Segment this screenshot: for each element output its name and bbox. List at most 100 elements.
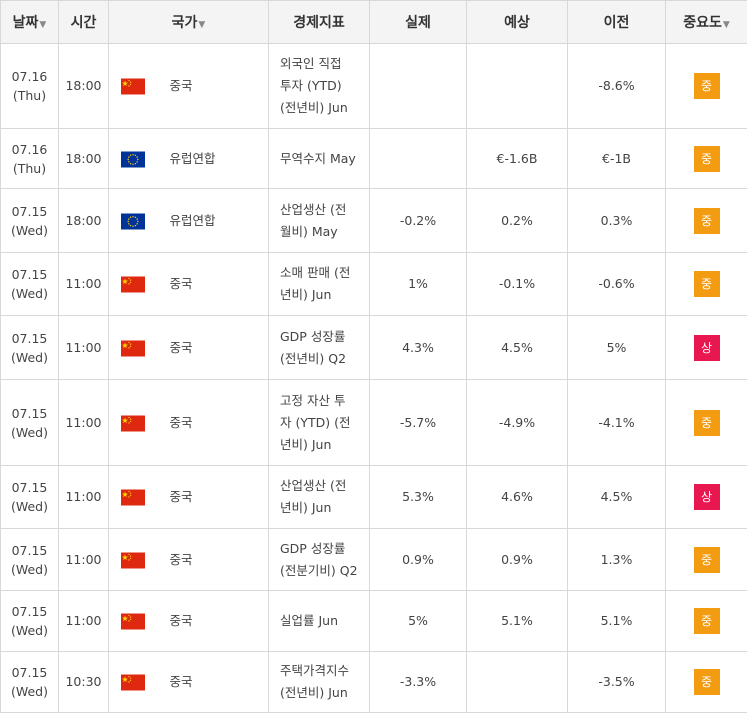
country-cell: 중국 — [157, 465, 269, 529]
date-cell: 07.15 (Wed) — [0, 252, 59, 316]
date-cell: 07.16 (Thu) — [0, 128, 59, 189]
flag-cell — [108, 465, 158, 529]
table-row[interactable]: 07.15 (Wed) 11:00 중국 고정 자산 투자 (YTD) (전 년비) Ju… — [0, 379, 747, 466]
header-previous: 이전 — [567, 0, 666, 44]
cn-flag-icon — [121, 276, 146, 293]
indicator-line: 년비) Jun — [280, 287, 332, 302]
day-value: (Wed) — [10, 424, 48, 440]
date-cell: 07.15 (Wed) — [0, 379, 59, 466]
country-cell: 중국 — [157, 252, 269, 316]
indicator-cell[interactable]: 산업생산 (전 월비) May — [268, 188, 370, 253]
country-cell: 중국 — [157, 315, 269, 380]
indicator-line: 년비) Jun — [280, 500, 332, 515]
header-country[interactable]: 국가▼ — [108, 0, 269, 44]
country-cell: 중국 — [157, 379, 269, 466]
time-cell: 18:00 — [58, 43, 109, 129]
importance-cell: 중 — [665, 590, 747, 652]
flag-cell — [108, 315, 158, 380]
time-cell: 11:00 — [58, 252, 109, 316]
table-row[interactable]: 07.15 (Wed) 18:00 유럽연합 산업생산 (전 월비) May -0.2% 0.… — [0, 188, 747, 253]
date-cell: 07.15 (Wed) — [0, 590, 59, 652]
indicator-line: 년비) Jun — [280, 436, 332, 452]
importance-cell: 중 — [665, 43, 747, 129]
indicator-cell[interactable]: 소매 판매 (전 년비) Jun — [268, 252, 370, 316]
importance-cell: 중 — [665, 651, 747, 713]
indicator-cell[interactable]: 실업률 Jun — [268, 590, 370, 652]
day-value: (Wed) — [10, 286, 48, 301]
indicator-cell[interactable]: GDP 성장률 (전년비) Q2 — [268, 315, 370, 380]
time-cell: 18:00 — [58, 188, 109, 253]
indicator-cell[interactable]: 고정 자산 투자 (YTD) (전 년비) Jun — [268, 379, 370, 466]
table-row[interactable]: 07.15 (Wed) 11:00 중국 산업생산 (전 년비) Jun 5.3% 4.6% 4… — [0, 465, 747, 529]
cn-flag-icon — [121, 489, 146, 506]
table-row[interactable]: 07.16 (Thu) 18:00 중국 외국인 직접 투자 (YTD) (전년비) Jun… — [0, 43, 747, 129]
eu-flag-icon — [121, 213, 146, 229]
table-header: 날짜▼ 시간 국가▼ 경제지표 실제 예상 이전 중요도▼ — [0, 0, 747, 44]
table-row[interactable]: 07.15 (Wed) 11:00 중국 GDP 성장률 (전분기비) Q2 0.9% 0.9… — [0, 528, 747, 591]
country-cell: 중국 — [157, 651, 269, 713]
previous-cell: 5.1% — [567, 590, 666, 652]
time-cell: 10:30 — [58, 651, 109, 713]
indicator-line: 무역수지 May — [280, 150, 356, 166]
header-time: 시간 — [58, 0, 109, 44]
previous-cell: -8.6% — [567, 43, 666, 129]
importance-badge: 중 — [693, 608, 720, 634]
previous-cell: -4.1% — [567, 379, 666, 466]
table-row[interactable]: 07.15 (Wed) 11:00 중국 GDP 성장률 (전년비) Q2 4.3% 4.5%… — [0, 315, 747, 380]
indicator-cell[interactable]: 무역수지 May — [268, 128, 370, 189]
indicator-line: 고정 자산 투 — [280, 392, 346, 408]
time-cell: 11:00 — [58, 315, 109, 380]
country-cell: 유럽연합 — [157, 128, 269, 189]
importance-badge: 중 — [693, 73, 720, 99]
time-cell: 11:00 — [58, 465, 109, 529]
importance-badge: 중 — [693, 669, 720, 695]
indicator-line: GDP 성장률 — [280, 540, 346, 556]
country-cell: 중국 — [157, 43, 269, 129]
date-value: 07.15 — [11, 480, 48, 495]
importance-badge: 중 — [693, 271, 720, 297]
importance-cell: 상 — [665, 315, 747, 380]
importance-badge: 중 — [693, 207, 720, 234]
forecast-cell: 5.1% — [466, 590, 568, 652]
table-row[interactable]: 07.15 (Wed) 10:30 중국 주택가격지수 (전년비) Jun -3.3% -3.… — [0, 651, 747, 713]
forecast-cell — [466, 651, 568, 713]
previous-cell: €-1B — [567, 128, 666, 189]
importance-badge: 상 — [693, 334, 720, 361]
table-row[interactable]: 07.15 (Wed) 11:00 중국 실업률 Jun 5% 5.1% 5.1% 중 — [0, 590, 747, 652]
time-cell: 11:00 — [58, 590, 109, 652]
indicator-cell[interactable]: 주택가격지수 (전년비) Jun — [268, 651, 370, 713]
date-cell: 07.15 (Wed) — [0, 315, 59, 380]
header-importance[interactable]: 중요도▼ — [665, 0, 747, 44]
date-value: 07.15 — [11, 330, 48, 346]
indicator-line: (전년비) Q2 — [280, 350, 347, 366]
importance-badge: 중 — [693, 546, 720, 573]
table-row[interactable]: 07.16 (Thu) 18:00 유럽연합 무역수지 May €-1.6B €-1B 중 — [0, 128, 747, 189]
previous-cell: 0.3% — [567, 188, 666, 253]
indicator-cell[interactable]: 산업생산 (전 년비) Jun — [268, 465, 370, 529]
sort-arrow-icon[interactable]: ▼ — [39, 20, 46, 30]
previous-cell: -0.6% — [567, 252, 666, 316]
cn-flag-icon — [121, 674, 146, 691]
indicator-cell[interactable]: 외국인 직접 투자 (YTD) (전년비) Jun — [268, 43, 370, 129]
indicator-line: (전년비) Jun — [280, 685, 348, 700]
actual-cell: -3.3% — [369, 651, 467, 713]
importance-cell: 상 — [665, 465, 747, 529]
flag-cell — [108, 379, 158, 466]
forecast-cell: 0.9% — [466, 528, 568, 591]
forecast-cell: 4.5% — [466, 315, 568, 380]
table-body: 07.16 (Thu) 18:00 중국 외국인 직접 투자 (YTD) (전년비) Jun… — [0, 43, 747, 713]
sort-arrow-icon[interactable]: ▼ — [723, 20, 730, 30]
header-date[interactable]: 날짜▼ — [0, 0, 59, 44]
actual-cell — [369, 128, 467, 189]
indicator-cell[interactable]: GDP 성장률 (전분기비) Q2 — [268, 528, 370, 591]
flag-cell — [108, 43, 158, 129]
importance-badge: 상 — [693, 484, 720, 510]
sort-arrow-icon[interactable]: ▼ — [198, 20, 205, 30]
previous-cell: 5% — [567, 315, 666, 380]
cn-flag-icon — [121, 78, 146, 95]
indicator-line: GDP 성장률 — [280, 328, 346, 344]
date-cell: 07.15 (Wed) — [0, 651, 59, 713]
country-cell: 중국 — [157, 590, 269, 652]
day-value: (Wed) — [10, 349, 48, 365]
table-row[interactable]: 07.15 (Wed) 11:00 중국 소매 판매 (전 년비) Jun 1% -0.1% -… — [0, 252, 747, 316]
